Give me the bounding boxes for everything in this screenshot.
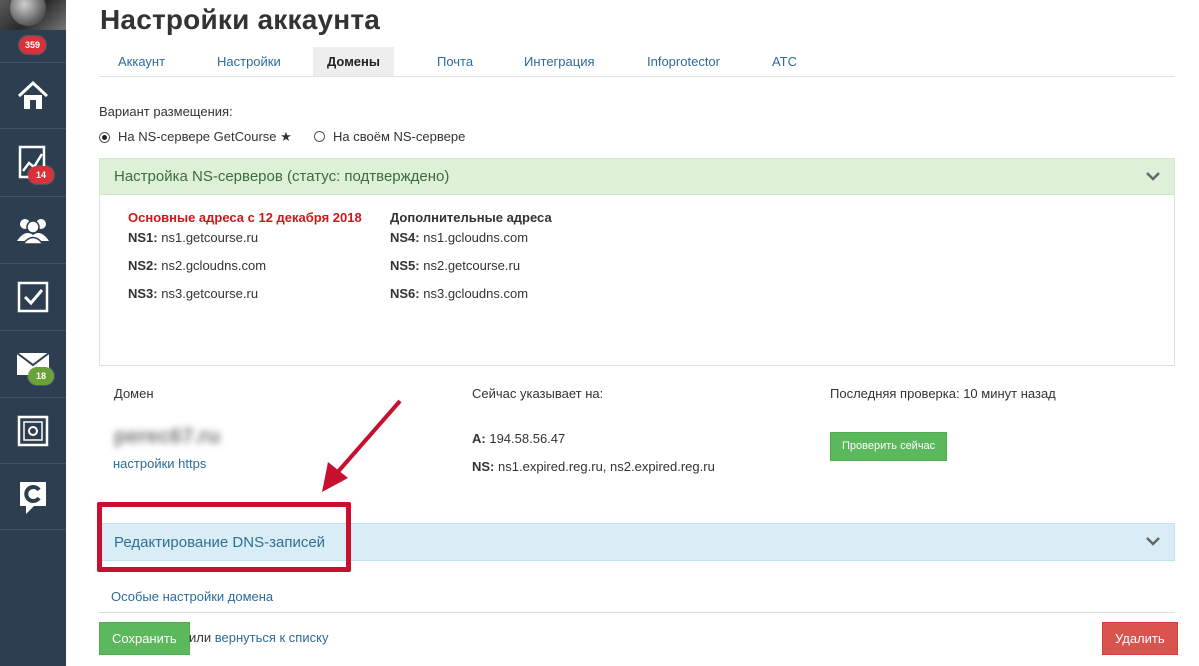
tab-bar: Аккаунт Настройки Домены Почта Интеграци… (99, 47, 1175, 77)
users-icon (17, 218, 49, 245)
check-now-button[interactable]: Проверить сейчас (830, 432, 948, 461)
radio-own-label: На своём NS-сервере (333, 129, 466, 144)
check-button-wrap: Проверить сейчас (830, 432, 948, 461)
messages-badge: 18 (28, 367, 54, 385)
annotation-arrow-icon (322, 399, 402, 492)
sidebar-item-tasks[interactable] (0, 263, 66, 329)
sidebar-item-messages[interactable] (0, 330, 66, 396)
ns-row: NS1: ns1.getcourse.ru (128, 230, 259, 245)
points-to-label: Сейчас указывает на: (472, 386, 604, 401)
sidebar-item-settings[interactable] (0, 397, 66, 463)
delete-button[interactable]: Удалить (1102, 622, 1178, 655)
sidebar: 359 14 18 (0, 0, 66, 666)
ns-row: NS3: ns3.getcourse.ru (128, 286, 259, 301)
sidebar-item-users[interactable] (0, 196, 66, 262)
settings-safe-icon (17, 415, 49, 446)
radio-own-ns[interactable]: На своём NS-сервере (314, 129, 465, 144)
radio-checked[interactable] (99, 131, 110, 143)
a-record: A: 194.58.56.47 (472, 431, 566, 446)
getcourse-logo-icon (20, 481, 46, 514)
annotation-highlight-frame (97, 502, 351, 572)
tab-ats[interactable]: АТС (768, 47, 801, 76)
radio-getcourse-ns[interactable]: На NS-сервере GetCourse ★ (99, 129, 292, 145)
back-row: или вернуться к списку (189, 630, 328, 645)
chevron-down-icon[interactable] (1146, 536, 1160, 546)
ns-additional-column: Дополнительные адреса NS4: ns1.gcloudns.… (390, 210, 552, 301)
or-text: или (189, 630, 212, 645)
tab-account[interactable]: Аккаунт (114, 47, 169, 76)
ns-row: NS2: ns2.gcloudns.com (128, 258, 267, 273)
ns-record: NS: ns1.expired.reg.ru, ns2.expired.reg.… (472, 459, 715, 474)
last-check-text: Последняя проверка: 10 минут назад (830, 386, 1056, 401)
domain-label: Домен (114, 386, 154, 401)
home-icon (17, 80, 49, 109)
ns-row: NS6: ns3.gcloudns.com (390, 286, 529, 301)
analytics-badge: 14 (28, 166, 54, 184)
chevron-down-icon[interactable] (1146, 171, 1160, 181)
ns-additional-title: Дополнительные адреса (390, 210, 552, 225)
sidebar-item-getcourse[interactable] (0, 463, 66, 529)
notifications-badge: 359 (19, 36, 47, 54)
save-button[interactable]: Сохранить (99, 622, 190, 655)
page-title: Настройки аккаунта (100, 4, 381, 35)
special-domain-settings-link[interactable]: Особые настройки домена (111, 589, 273, 604)
tab-mail[interactable]: Почта (433, 47, 477, 76)
ns-row: NS5: ns2.getcourse.ru (390, 258, 521, 273)
back-to-list-link[interactable]: вернуться к списку (215, 630, 329, 645)
tasks-icon (17, 281, 49, 312)
ns-panel-header[interactable]: Настройка NS-серверов (статус: подтвержд… (100, 159, 1174, 195)
ns-servers-panel: Настройка NS-серверов (статус: подтвержд… (99, 158, 1175, 366)
radio-unchecked[interactable] (314, 131, 325, 142)
avatar[interactable] (0, 0, 66, 30)
tab-integration[interactable]: Интеграция (520, 47, 599, 76)
sidebar-item-home[interactable] (0, 62, 66, 128)
ns-panel-title: Настройка NS-серверов (статус: подтвержд… (114, 168, 450, 185)
domain-name: perec67.ru (114, 425, 221, 448)
tab-settings[interactable]: Настройки (213, 47, 285, 76)
sidebar-item-analytics[interactable] (0, 128, 66, 194)
https-settings-link[interactable]: настройки https (113, 456, 206, 471)
ns-primary-column: Основные адреса с 12 декабря 2018 NS1: n… (128, 210, 362, 301)
tab-infoprotector[interactable]: Infoprotector (643, 47, 724, 76)
ns-row: NS4: ns1.gcloudns.com (390, 230, 529, 245)
placement-label: Вариант размещения: (99, 104, 233, 119)
tab-domains[interactable]: Домены (313, 47, 394, 76)
ns-primary-title: Основные адреса с 12 декабря 2018 (128, 210, 362, 225)
radio-getcourse-label: На NS-сервере GetCourse ★ (118, 129, 292, 144)
divider (99, 612, 1175, 613)
